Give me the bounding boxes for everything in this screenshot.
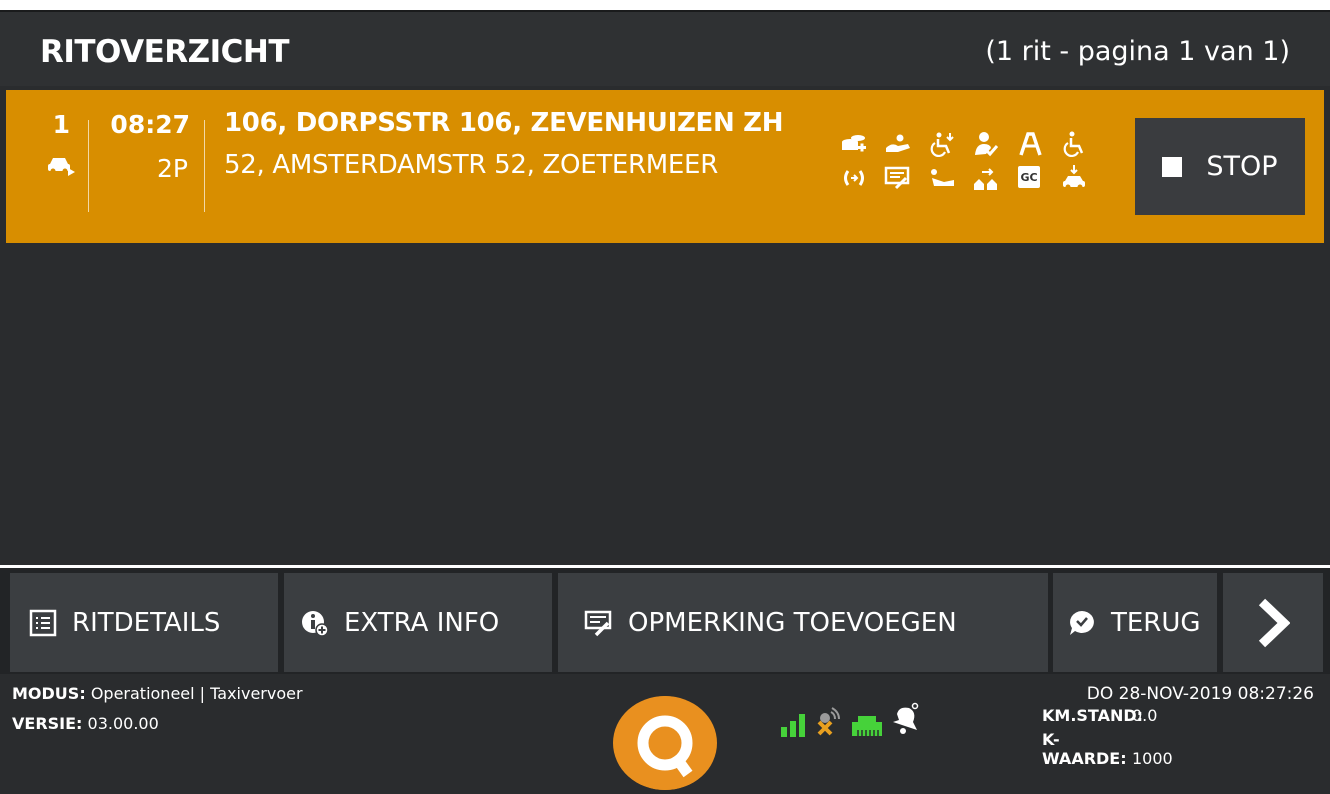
pickup-address: 106, DORPSSTR 106, ZEVENHUIZEN ZH <box>224 108 784 138</box>
k-waarde-value: 1000 <box>1132 749 1173 768</box>
date-time: DO 28-NOV-2019 08:27:26 <box>1086 684 1314 704</box>
versie-value: 03.00.00 <box>87 714 159 733</box>
ritdetails-button[interactable]: RITDETAILS <box>10 573 278 672</box>
versie-info: VERSIE: 03.00.00 <box>12 714 159 733</box>
reclining-person-icon <box>931 169 954 186</box>
opmerking-label: OPMERKING TOEVOEGEN <box>628 607 957 638</box>
handshake-icon <box>886 134 910 152</box>
comment-icon <box>884 166 910 190</box>
opmerking-toevoegen-button[interactable]: OPMERKING TOEVOEGEN <box>558 573 1048 672</box>
bottom-toolbar: RITDETAILS EXTRA INFO OPMERKING TOEVOEGE… <box>0 568 1330 674</box>
chevron-right-icon <box>1258 598 1290 647</box>
walker-icon <box>1019 132 1042 156</box>
terug-button[interactable]: TERUG <box>1053 573 1217 672</box>
dropoff-address: 52, AMSTERDAMSTR 52, ZOETERMEER <box>224 150 718 180</box>
info-add-icon <box>302 610 329 637</box>
status-indicators <box>780 702 1020 742</box>
extra-info-label: EXTRA INFO <box>344 607 500 638</box>
signal-strength-icon <box>781 714 805 737</box>
app-logo <box>613 696 717 790</box>
ritdetails-label: RITDETAILS <box>72 607 221 638</box>
ride-number: 1 <box>52 110 70 139</box>
stop-button[interactable]: STOP <box>1135 118 1305 215</box>
person-check-icon <box>975 132 999 157</box>
ride-time: 08:27 <box>110 110 190 139</box>
modus-info: MODUS: Operationeel | Taxivervoer <box>12 684 303 703</box>
chat-bubble-icon <box>1070 610 1094 635</box>
car-drop-icon <box>1063 165 1085 190</box>
stop-square-icon <box>1162 156 1183 177</box>
network-connected-icon <box>852 716 883 736</box>
status-bar: MODUS: Operationeel | Taxivervoer VERSIE… <box>0 674 1330 794</box>
ride-row[interactable]: 1 08:27 2P 106, DORPSSTR 106, ZEVENHUIZE… <box>6 90 1324 243</box>
column-divider <box>88 120 89 212</box>
money-stack-icon <box>842 135 866 152</box>
terug-label: TERUG <box>1111 607 1201 638</box>
versie-label: VERSIE: <box>12 714 83 733</box>
ride-list-empty-area <box>6 243 1324 565</box>
page-indicator: (1 rit - pagina 1 van 1) <box>985 36 1290 67</box>
stop-label: STOP <box>1206 151 1278 182</box>
column-divider <box>204 120 205 212</box>
ride-passengers: 2P <box>157 154 188 183</box>
houses-arrow-icon <box>974 168 997 190</box>
km-stand-row: KM.STAND:0.0 <box>1042 706 1157 725</box>
k-waarde-row: K-WAARDE: 1000 <box>1042 730 1173 768</box>
header-bar: RITOVERZICHT (1 rit - pagina 1 van 1) <box>0 10 1330 86</box>
modus-label: MODUS: <box>12 684 86 703</box>
modus-value: Operationeel | Taxivervoer <box>90 684 303 703</box>
notification-bell-icon <box>893 702 919 734</box>
gps-error-icon <box>817 707 841 736</box>
km-stand-label: KM.STAND: <box>1042 706 1144 725</box>
phone-callback-icon <box>844 170 864 186</box>
gc-badge-icon: GC <box>1018 166 1040 188</box>
comment-edit-icon <box>584 610 612 636</box>
page-title: RITOVERZICHT <box>40 34 289 70</box>
top-border <box>0 0 1330 10</box>
extra-info-button[interactable]: EXTRA INFO <box>284 573 552 672</box>
next-page-button[interactable] <box>1223 573 1323 672</box>
car-arrow-icon <box>48 158 75 176</box>
wheelchair-icon <box>1063 131 1084 157</box>
list-icon <box>29 609 57 636</box>
wheelchair-icon <box>930 132 954 157</box>
km-stand-value: 0.0 <box>1132 706 1158 725</box>
k-waarde-label: K-WAARDE: <box>1042 730 1127 768</box>
